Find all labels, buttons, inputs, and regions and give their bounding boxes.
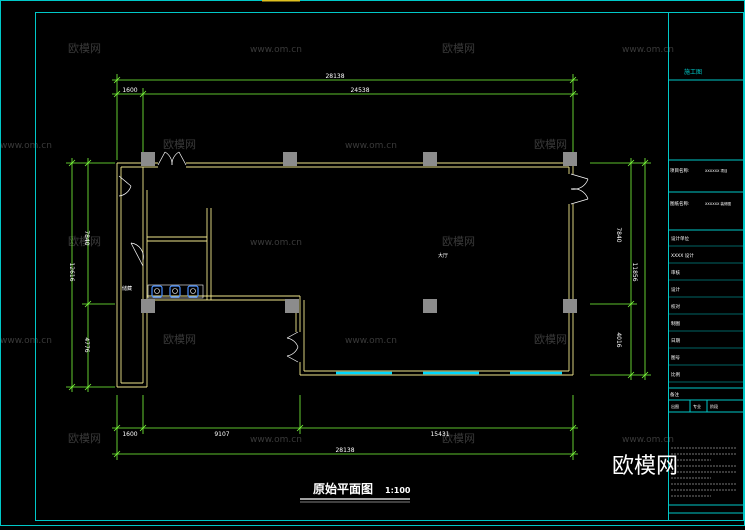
drawing-title: 原始平面图: [313, 481, 373, 496]
room-label-storage: 储藏: [122, 285, 132, 292]
watermark-brand: 欧模网: [442, 235, 475, 248]
title-block-field: 审核: [671, 269, 680, 276]
watermark-site: www.om.cn: [345, 141, 397, 151]
title-block-field: XXXX 设计: [671, 252, 694, 259]
title-block-field: 设计: [671, 286, 680, 293]
doors: [118, 151, 589, 363]
toilet-bowl: [172, 288, 178, 294]
dim-bottom-left: 1600: [122, 431, 137, 438]
floor-plan-canvas: 欧模网 www.om.cn 欧模网 www.om.cn www.om.cn 欧模…: [0, 0, 745, 526]
drawing-label: 图纸名称:: [670, 200, 690, 207]
toilet-bowl: [190, 288, 196, 294]
watermark-brand: 欧模网: [68, 42, 101, 55]
room-label-hall: 大厅: [438, 252, 448, 259]
column: [141, 299, 155, 313]
columns: [141, 152, 577, 313]
toilet-bowl: [154, 288, 160, 294]
stamp-label: 备注: [670, 391, 679, 398]
column: [423, 152, 437, 166]
title-block-notes: [671, 447, 737, 497]
watermark-brand: 欧模网: [534, 333, 567, 346]
title-block-header: 施工图: [684, 68, 702, 76]
project-label: 项目名称:: [670, 167, 690, 174]
toilet-fixture: [151, 285, 163, 298]
dimension-labels: 28138 1600 24538 1600 9107 15431 28138 1…: [68, 73, 638, 454]
dim-right-upper: 7840: [615, 227, 622, 242]
watermark-brand: 欧模网: [163, 333, 196, 346]
dim-right-total: 11856: [631, 262, 638, 281]
stamp-field: 专业: [693, 403, 701, 409]
watermark-site: www.om.cn: [622, 45, 674, 55]
column: [563, 299, 577, 313]
title-block-field: 比例: [671, 371, 680, 378]
title-block: 施工图 项目名称: XXXXXX 项目 图纸名称: XXXXXX 装修图 设计单…: [668, 12, 744, 521]
watermark-brand: 欧模网: [68, 432, 101, 445]
title-block-field: 日期: [671, 338, 680, 344]
double-door-right: [570, 173, 589, 205]
watermark-brand: 欧模网: [534, 138, 567, 151]
drawing-value: XXXXXX 装修图: [705, 201, 731, 206]
title-block-field: 校对: [671, 303, 680, 310]
dim-left-lower: 4776: [83, 337, 90, 352]
watermark-brand: 欧模网: [442, 42, 475, 55]
double-door-top: [157, 151, 187, 166]
title-block-field: 制图: [671, 320, 680, 327]
dim-top-main: 24538: [350, 87, 369, 94]
watermark-logo: 欧模网: [612, 454, 678, 479]
project-value: XXXXXX 项目: [705, 168, 728, 173]
watermark-brand: 欧模网: [163, 138, 196, 151]
column: [141, 152, 155, 166]
dim-right-lower: 4016: [615, 332, 622, 347]
dim-left-upper: 7840: [83, 230, 90, 245]
dim-top-total: 28138: [325, 73, 344, 80]
column: [285, 299, 299, 313]
title-block-fields: 设计单位 XXXX 设计审核设计校对制图日期图号比例: [668, 235, 744, 383]
dim-bottom-total: 28138: [335, 447, 354, 454]
stamp-field: 出图: [671, 403, 679, 409]
column: [563, 152, 577, 166]
title-block-frame: [668, 12, 744, 521]
watermark-site: www.om.cn: [250, 435, 302, 445]
title-block-field: 设计单位: [671, 235, 689, 242]
toilet-fixture: [187, 285, 199, 298]
double-door-left: [118, 175, 144, 267]
walls: [116, 162, 574, 388]
cad-drawing-viewport: 欧模网 www.om.cn 欧模网 www.om.cn www.om.cn 欧模…: [0, 0, 745, 526]
title-block-field: 图号: [671, 355, 680, 361]
watermark-site: www.om.cn: [622, 435, 674, 445]
dim-bottom-mid: 9107: [214, 431, 229, 438]
dim-bottom-right: 15431: [430, 431, 449, 438]
watermark-site: www.om.cn: [0, 141, 52, 151]
toilet-fixture: [169, 285, 181, 298]
watermark-site: www.om.cn: [345, 336, 397, 346]
dim-left-total: 12616: [68, 262, 75, 281]
column: [423, 299, 437, 313]
double-door-step: [286, 331, 299, 363]
dim-top-left: 1600: [122, 87, 137, 94]
stamp-field: 阶段: [710, 403, 718, 409]
watermark-site: www.om.cn: [250, 238, 302, 248]
watermark-site: www.om.cn: [0, 336, 52, 346]
watermark-site: www.om.cn: [250, 45, 302, 55]
column: [283, 152, 297, 166]
dimension-layer: [66, 74, 651, 460]
drawing-scale: 1:100: [385, 486, 411, 495]
